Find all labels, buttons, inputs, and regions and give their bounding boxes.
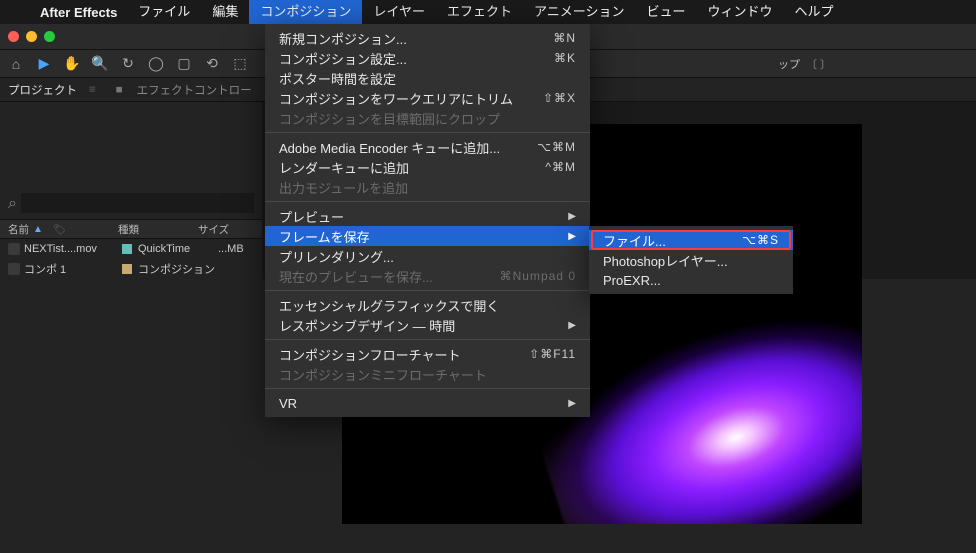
dropdown-item[interactable]: エッセンシャルグラフィックスで開く — [265, 295, 590, 315]
dropdown-item[interactable]: フレームを保存▶ — [265, 226, 590, 246]
panel-menu-icon[interactable]: ≡ — [89, 84, 96, 96]
menu-help[interactable]: ヘルプ — [784, 0, 845, 24]
project-headers[interactable]: 名前 ▲ 🏷 種類 サイズ — [0, 219, 262, 239]
zoom-window-button[interactable] — [44, 31, 55, 42]
header-name[interactable]: 名前 — [8, 222, 29, 237]
dropdown-item[interactable]: 新規コンポジション...⌘N — [265, 28, 590, 48]
label-swatch — [122, 244, 132, 254]
dropdown-item[interactable]: コンポジションをワークエリアにトリム⇧⌘X — [265, 88, 590, 108]
dropdown-item[interactable]: プリレンダリング... — [265, 246, 590, 266]
menu-composition[interactable]: コンポジション — [249, 0, 362, 24]
dropdown-item: 出力モジュールを追加 — [265, 177, 590, 197]
hand-tool-icon[interactable]: ✋ — [62, 54, 82, 74]
header-type[interactable]: 種類 — [118, 222, 198, 237]
rotate-tool-icon[interactable]: ◯ — [146, 54, 166, 74]
dropdown-item: コンポジションミニフローチャート — [265, 364, 590, 384]
menu-window[interactable]: ウィンドウ — [696, 0, 783, 24]
menu-edit[interactable]: 編集 — [201, 0, 249, 24]
dropdown-item: コンポジションを目標範囲にクロップ — [265, 108, 590, 128]
file-icon — [8, 243, 20, 255]
selection-tool-icon[interactable]: ▶ — [34, 54, 54, 74]
menubar: After Effects ファイル 編集 コンポジション レイヤー エフェクト… — [0, 0, 976, 24]
composition-dropdown: 新規コンポジション...⌘Nコンポジション設定...⌘Kポスター時間を設定コンポ… — [265, 24, 590, 417]
submenu-item[interactable]: ファイル...⌥⌘S — [589, 230, 793, 250]
minimize-window-button[interactable] — [26, 31, 37, 42]
home-icon[interactable]: ⌂ — [6, 54, 26, 74]
zoom-tool-icon[interactable]: 🔍 — [90, 54, 110, 74]
submenu-arrow-icon: ▶ — [568, 398, 576, 409]
submenu-arrow-icon: ▶ — [568, 320, 576, 331]
save-frame-submenu: ファイル...⌥⌘SPhotoshopレイヤー...ProEXR... — [589, 226, 793, 294]
dropdown-item[interactable]: ポスター時間を設定 — [265, 68, 590, 88]
submenu-item[interactable]: Photoshopレイヤー... — [589, 250, 793, 270]
viewer-title: ップ 〔 〕 — [778, 56, 831, 72]
project-panel: ⌕ 名前 ▲ 🏷 種類 サイズ NEXTist....mov QuickTime… — [0, 102, 262, 279]
orbit-tool-icon[interactable]: ↻ — [118, 54, 138, 74]
submenu-arrow-icon: ▶ — [568, 231, 576, 242]
menu-effect[interactable]: エフェクト — [436, 0, 523, 24]
bracket-icon: 〔 〕 — [806, 56, 831, 72]
label-swatch — [122, 264, 132, 274]
roto-tool-icon[interactable]: ⟲ — [202, 54, 222, 74]
menu-view[interactable]: ビュー — [635, 0, 696, 24]
tab-project[interactable]: プロジェクト — [8, 82, 77, 98]
mask-tool-icon[interactable]: ⬚ — [230, 54, 250, 74]
dropdown-item[interactable]: Adobe Media Encoder キューに追加...⌥⌘M — [265, 137, 590, 157]
submenu-item[interactable]: ProEXR... — [589, 270, 793, 290]
dropdown-item: 現在のプレビューを保存...⌘Numpad 0 — [265, 266, 590, 286]
project-row[interactable]: NEXTist....mov QuickTime ...MB — [0, 239, 262, 259]
dropdown-item[interactable]: コンポジションフローチャート⇧⌘F11 — [265, 344, 590, 364]
dropdown-item[interactable]: プレビュー▶ — [265, 206, 590, 226]
app-name: After Effects — [30, 5, 127, 20]
close-window-button[interactable] — [8, 31, 19, 42]
header-size[interactable]: サイズ — [198, 222, 254, 237]
comp-icon — [8, 263, 20, 275]
dropdown-item[interactable]: VR▶ — [265, 393, 590, 413]
submenu-arrow-icon: ▶ — [568, 211, 576, 222]
search-icon: ⌕ — [8, 195, 17, 213]
project-search-input[interactable] — [21, 193, 254, 213]
dropdown-item[interactable]: コンポジション設定...⌘K — [265, 48, 590, 68]
dropdown-item[interactable]: レスポンシブデザイン — 時間▶ — [265, 315, 590, 335]
project-row[interactable]: コンポ 1 コンポジション — [0, 259, 262, 279]
label-icon: 🏷 — [53, 223, 66, 236]
menu-file[interactable]: ファイル — [127, 0, 201, 24]
menu-animation[interactable]: アニメーション — [523, 0, 635, 24]
menu-layer[interactable]: レイヤー — [362, 0, 436, 24]
camera-tool-icon[interactable]: ▢ — [174, 54, 194, 74]
dropdown-item[interactable]: レンダーキューに追加^⌘M — [265, 157, 590, 177]
sort-arrow-icon: ▲ — [33, 224, 43, 235]
tab-effect-controls[interactable]: エフェクトコントロー — [137, 82, 252, 98]
